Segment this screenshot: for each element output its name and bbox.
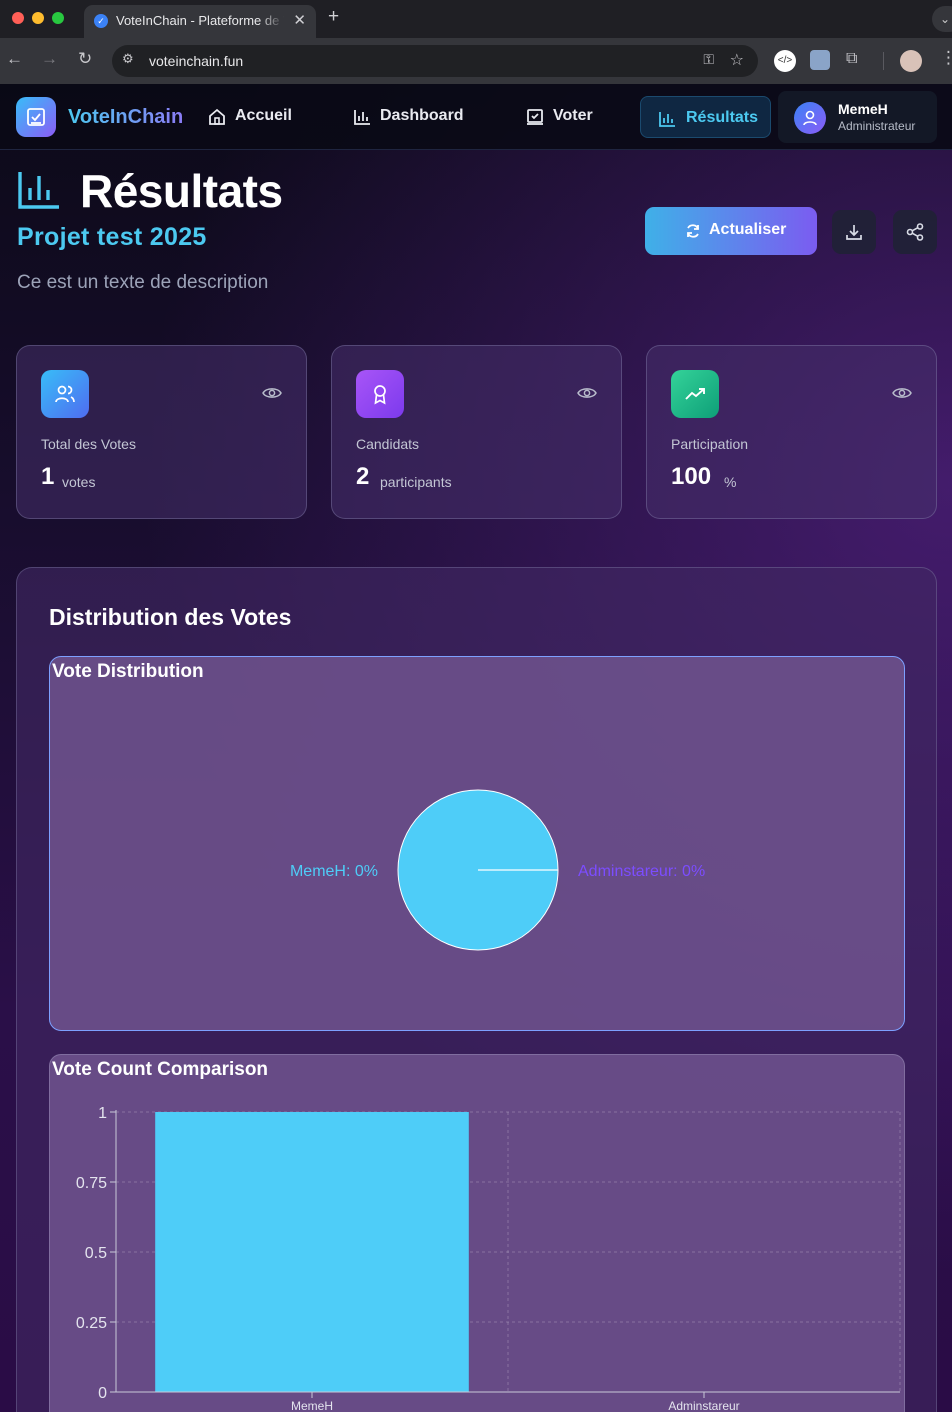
bar-chart-icon [18, 172, 59, 209]
page-title: Résultats [80, 165, 283, 217]
pie-chart: MemeH: 0% Adminstareur: 0% [290, 789, 705, 951]
back-arrow-icon[interactable]: ← [6, 49, 23, 69]
y-tick-label: 1 [98, 1105, 107, 1122]
bookmark-star-icon[interactable]: ☆ [730, 50, 744, 70]
stat-value: 100 [671, 463, 712, 490]
reload-icon[interactable]: ↻ [78, 49, 92, 69]
project-name: Projet test 2025 [17, 223, 207, 251]
close-window-button[interactable] [12, 12, 24, 24]
download-icon [846, 225, 862, 240]
pie-slice-label: Adminstareur: 0% [578, 863, 705, 880]
stat-unit: votes [62, 474, 96, 490]
stat-icon-box [41, 370, 89, 418]
bar-chart-icon [354, 110, 370, 125]
vote-icon [527, 109, 543, 125]
nav-item-label: Voter [553, 107, 593, 124]
forward-arrow-icon[interactable]: → [41, 49, 58, 69]
stat-value: 2 [356, 463, 370, 490]
download-button[interactable] [832, 210, 876, 254]
user-role: Administrateur [838, 119, 916, 133]
browser-tabstrip: ✓ VoteInChain - Plateforme de Vote ✕ + ⌄ [0, 0, 952, 38]
stat-label: Candidats [356, 436, 420, 452]
refresh-button[interactable]: Actualiser [645, 207, 817, 255]
new-tab-button[interactable]: + [328, 6, 339, 28]
user-menu[interactable]: MemeH Administrateur [778, 91, 937, 143]
share-button[interactable] [893, 210, 937, 254]
nav-item-label: Dashboard [380, 107, 464, 124]
y-tick-label: 0.5 [85, 1245, 107, 1262]
extension-code-icon[interactable]: </> [774, 50, 796, 72]
nav-item-resultats[interactable]: Résultats [640, 96, 771, 138]
stat-icon-box [671, 370, 719, 418]
browser-toolbar: ← → ↻ ⚙ voteinchain.fun ⚿ ☆ </> ⧉ ⋮ [0, 38, 952, 84]
section-title: Distribution des Votes [49, 604, 292, 630]
eye-icon[interactable] [577, 386, 597, 400]
eye-icon[interactable] [892, 386, 912, 400]
vote-box-icon [27, 108, 45, 126]
pie-slice-label: MemeH: 0% [290, 863, 378, 880]
logo[interactable] [16, 97, 56, 137]
extension-grid-icon[interactable] [810, 50, 830, 70]
avatar [794, 102, 826, 134]
page: VoteInChain Accueil Dashboard Voter Résu… [0, 84, 952, 1412]
share-icon [906, 223, 924, 241]
y-tick-label: 0.25 [76, 1315, 107, 1332]
user-name: MemeH [838, 101, 888, 117]
bar-chart: 0 0.25 0.5 0.75 1 MemeH Adminstareur [76, 1105, 901, 1412]
x-tick-label: Adminstareur [668, 1399, 739, 1412]
stat-card-total-votes: Total des Votes 1 votes [16, 345, 307, 519]
award-icon [374, 385, 386, 405]
close-tab-icon[interactable]: ✕ [293, 11, 306, 29]
tab-search-button[interactable]: ⌄ [932, 6, 952, 32]
browser-tab[interactable]: ✓ VoteInChain - Plateforme de Vote ✕ [84, 5, 316, 38]
toolbar-divider [883, 52, 884, 70]
home-icon [209, 108, 225, 125]
address-bar[interactable]: ⚙ voteinchain.fun ⚿ ☆ [112, 45, 758, 77]
site-settings-icon[interactable]: ⚙ [122, 51, 134, 67]
stat-card-participation: Participation 100 % [646, 345, 937, 519]
refresh-button-label: Actualiser [709, 221, 787, 238]
minimize-window-button[interactable] [32, 12, 44, 24]
key-icon[interactable]: ⚿ [703, 51, 714, 68]
trending-up-icon [685, 388, 705, 400]
profile-avatar[interactable] [900, 50, 922, 72]
bar [155, 1112, 469, 1392]
app-navbar: VoteInChain Accueil Dashboard Voter Résu… [0, 84, 952, 150]
chart-title: Vote Count Comparison [52, 1059, 269, 1080]
checkbox-icon: ✓ [94, 14, 108, 28]
stat-card-candidats: Candidats 2 participants [331, 345, 622, 519]
tab-title: VoteInChain - Plateforme de Vote [116, 13, 284, 28]
y-tick-label: 0 [98, 1385, 107, 1402]
pie-chart-card: MemeH: 0% Adminstareur: 0% Vote Distribut… [49, 656, 905, 1031]
stat-value: 1 [41, 463, 55, 490]
nav-item-label: Résultats [686, 109, 759, 126]
url-text[interactable]: voteinchain.fun [149, 53, 243, 69]
project-description: Ce est un texte de description [17, 272, 269, 293]
user-icon [803, 110, 817, 126]
stat-icon-box [356, 370, 404, 418]
refresh-icon [687, 224, 699, 238]
stat-unit: participants [380, 474, 452, 490]
y-tick-label: 0.75 [76, 1175, 107, 1192]
bar-chart-card: 0 0.25 0.5 0.75 1 MemeH Adminstareur Vote Coun… [49, 1054, 905, 1412]
x-tick-label: MemeH [291, 1399, 333, 1412]
more-menu-icon[interactable]: ⋮ [940, 48, 952, 68]
maximize-window-button[interactable] [52, 12, 64, 24]
extensions-puzzle-icon[interactable]: ⧉ [846, 50, 868, 72]
bar-chart-icon [659, 112, 675, 127]
users-icon [55, 385, 75, 403]
stat-unit: % [724, 474, 737, 490]
stat-label: Total des Votes [41, 436, 136, 452]
stat-label: Participation [671, 436, 749, 452]
nav-item-label: Accueil [235, 107, 292, 124]
brand-name[interactable]: VoteInChain [68, 106, 183, 129]
chart-title: Vote Distribution [52, 661, 204, 682]
distribution-panel: Distribution des Votes MemeH: 0% Adminsta… [16, 567, 937, 1412]
eye-icon[interactable] [262, 386, 282, 400]
